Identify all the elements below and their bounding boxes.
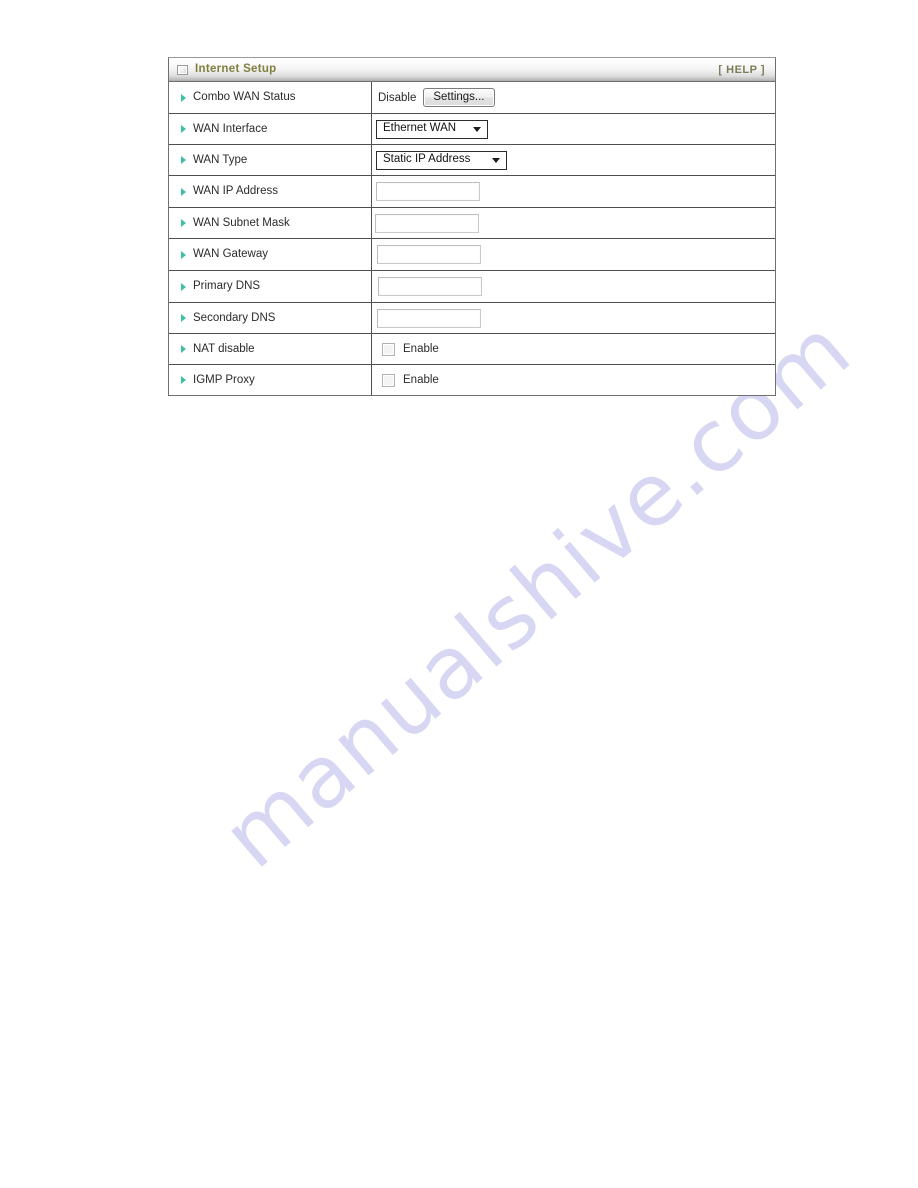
arrow-bullet-icon — [181, 250, 186, 259]
row-label-primary-dns: Primary DNS — [169, 271, 372, 302]
label-text: NAT disable — [193, 342, 255, 355]
row-value-nat-disable: Enable — [372, 334, 775, 364]
row-value-wan-subnet-mask — [372, 208, 775, 238]
arrow-bullet-icon — [181, 187, 186, 196]
watermark-text: manualshive.com — [204, 298, 871, 888]
label-text: Combo WAN Status — [193, 91, 296, 104]
igmp-proxy-checkbox[interactable] — [382, 373, 395, 387]
wan-type-selected-value: Static IP Address — [383, 153, 471, 166]
table-row: WAN Interface Ethernet WAN — [169, 114, 775, 145]
arrow-bullet-icon — [181, 376, 186, 384]
table-row: WAN Subnet Mask — [169, 208, 775, 239]
label-text: IGMP Proxy — [193, 373, 255, 386]
label-text: WAN Interface — [193, 122, 268, 135]
row-value-primary-dns — [372, 271, 775, 302]
arrow-bullet-icon — [181, 282, 186, 291]
table-row: NAT disable Enable — [169, 334, 775, 365]
row-value-wan-gateway — [372, 239, 775, 270]
row-label-secondary-dns: Secondary DNS — [169, 303, 372, 333]
window-icon — [177, 64, 188, 75]
arrow-bullet-icon — [181, 156, 186, 164]
row-label-wan-gateway: WAN Gateway — [169, 239, 372, 270]
label-text: WAN Type — [193, 153, 248, 166]
row-value-wan-interface: Ethernet WAN — [372, 114, 775, 144]
table-row: WAN Gateway — [169, 239, 775, 271]
label-text: Secondary DNS — [193, 311, 276, 324]
wan-ip-address-input[interactable] — [376, 182, 480, 201]
wan-interface-select[interactable]: Ethernet WAN — [376, 119, 488, 139]
row-value-secondary-dns — [372, 303, 775, 333]
table-row: WAN Type Static IP Address — [169, 145, 775, 176]
arrow-bullet-icon — [181, 125, 186, 133]
label-text: WAN IP Address — [193, 185, 279, 198]
panel-header: Internet Setup [ HELP ] — [169, 58, 775, 82]
row-value-wan-type: Static IP Address — [372, 145, 775, 175]
nat-disable-checkbox-label[interactable]: Enable — [403, 343, 439, 355]
wan-subnet-mask-input[interactable] — [375, 213, 479, 233]
help-link[interactable]: [ HELP ] — [718, 64, 765, 76]
wan-type-select[interactable]: Static IP Address — [376, 150, 507, 170]
arrow-bullet-icon — [181, 345, 186, 353]
wan-gateway-input[interactable] — [377, 245, 481, 264]
wan-interface-selected-value: Ethernet WAN — [383, 122, 457, 135]
arrow-bullet-icon — [181, 314, 186, 322]
row-label-combo-wan-status: Combo WAN Status — [169, 82, 372, 113]
table-row: IGMP Proxy Enable — [169, 365, 775, 395]
row-label-igmp-proxy: IGMP Proxy — [169, 365, 372, 395]
row-label-wan-interface: WAN Interface — [169, 114, 372, 144]
secondary-dns-input[interactable] — [377, 308, 481, 328]
page-title: Internet Setup — [195, 62, 277, 75]
row-label-wan-type: WAN Type — [169, 145, 372, 175]
table-row: Secondary DNS — [169, 303, 775, 334]
combo-wan-status-value: Disable — [378, 91, 417, 104]
nat-disable-checkbox[interactable] — [382, 342, 395, 356]
label-text: WAN Subnet Mask — [193, 216, 290, 229]
label-text: Primary DNS — [193, 280, 261, 293]
label-text: WAN Gateway — [193, 248, 268, 261]
primary-dns-input[interactable] — [378, 277, 482, 296]
row-label-wan-subnet-mask: WAN Subnet Mask — [169, 208, 372, 238]
row-label-nat-disable: NAT disable — [169, 334, 372, 364]
row-value-combo-wan-status: Disable Settings... — [372, 82, 775, 113]
chevron-down-icon — [473, 127, 481, 132]
arrow-bullet-icon — [181, 219, 186, 227]
table-row: Primary DNS — [169, 271, 775, 303]
row-value-wan-ip-address — [372, 176, 775, 207]
internet-setup-panel: Internet Setup [ HELP ] Combo WAN Status… — [168, 57, 776, 396]
igmp-proxy-checkbox-label[interactable]: Enable — [403, 374, 439, 386]
row-value-igmp-proxy: Enable — [372, 365, 775, 395]
row-label-wan-ip-address: WAN IP Address — [169, 176, 372, 207]
chevron-down-icon — [492, 158, 500, 163]
arrow-bullet-icon — [181, 93, 186, 102]
table-row: WAN IP Address — [169, 176, 775, 208]
combo-wan-settings-button[interactable]: Settings... — [423, 87, 495, 108]
table-row: Combo WAN Status Disable Settings... — [169, 82, 775, 114]
